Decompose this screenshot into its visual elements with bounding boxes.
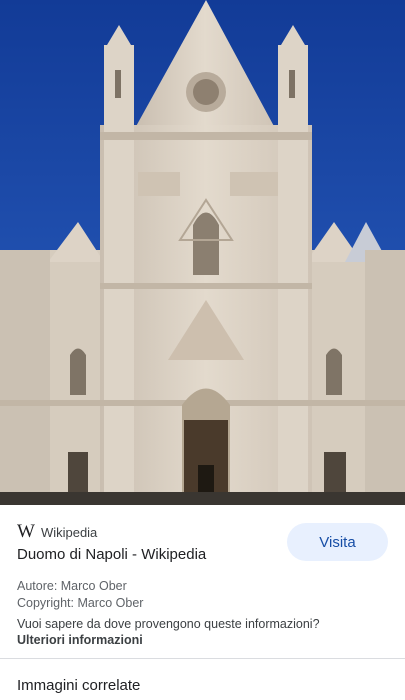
visit-button[interactable]: Visita: [287, 523, 388, 561]
more-info-link[interactable]: Ulteriori informazioni: [17, 633, 143, 647]
source-name: Wikipedia: [40, 524, 98, 540]
source-row[interactable]: W Wikipedia: [17, 522, 97, 542]
related-images-heading: Immagini correlate: [17, 677, 141, 694]
copyright-text: Copyright: Marco Ober: [17, 596, 144, 610]
cathedral-facade-image: [0, 0, 405, 505]
author-text: Autore: Marco Ober: [17, 579, 127, 593]
info-question: Vuoi sapere da dove provengono queste in…: [17, 617, 320, 631]
divider: [0, 658, 405, 659]
image-info-panel: W Wikipedia Visita Duomo di Napoli - Wik…: [0, 505, 405, 700]
result-image[interactable]: [0, 0, 405, 505]
page-title[interactable]: Duomo di Napoli - Wikipedia: [17, 546, 206, 563]
wikipedia-logo-icon: W: [17, 521, 35, 542]
